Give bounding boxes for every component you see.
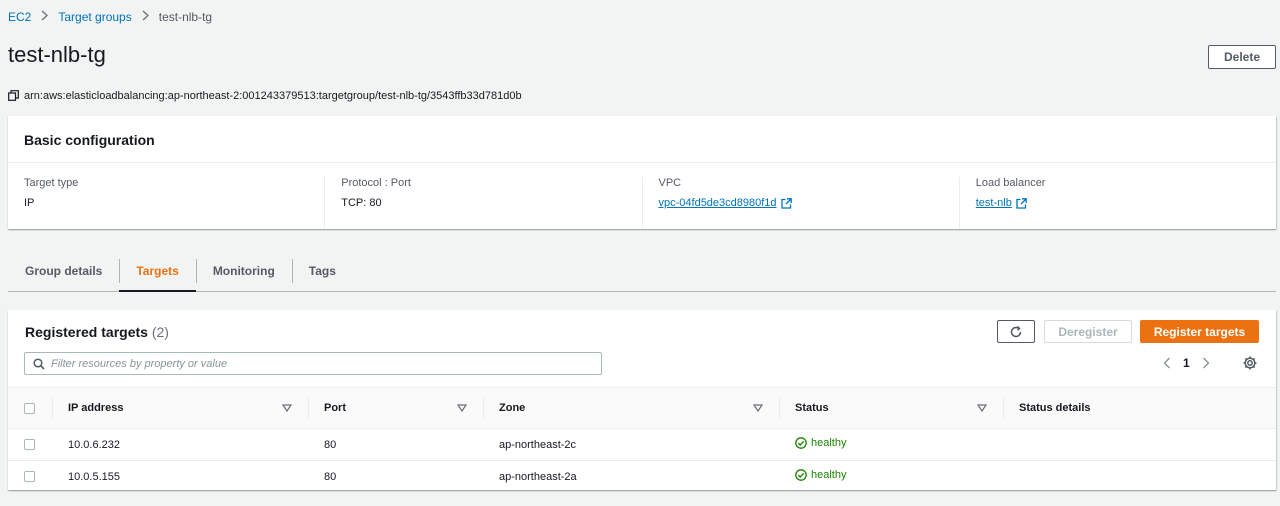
filter-input[interactable] (51, 357, 591, 370)
column-header-status-details: Status details (1003, 388, 1276, 428)
sort-icon (282, 404, 292, 412)
column-status-label: Status (795, 402, 829, 414)
cell-port: 80 (324, 438, 337, 451)
registered-targets-panel: Registered targets (2) Deregister Regist… (8, 310, 1276, 490)
column-port-label: Port (324, 402, 346, 414)
target-type-value: IP (24, 197, 35, 209)
registered-targets-count: (2) (151, 324, 169, 340)
target-type-field: Target type IP (8, 177, 324, 228)
tab-group-details[interactable]: Group details (8, 250, 119, 291)
gear-icon[interactable] (1242, 355, 1260, 373)
pagination: 1 (1159, 354, 1214, 372)
tab-targets[interactable]: Targets (119, 250, 197, 292)
chevron-right-icon (41, 10, 49, 24)
status-text: healthy (811, 437, 847, 449)
tab-monitoring[interactable]: Monitoring (195, 250, 292, 291)
table-row[interactable]: 10.0.5.155 80 ap-northeast-2a healthy (8, 461, 1276, 493)
refresh-button[interactable] (997, 320, 1035, 343)
cell-port: 80 (324, 470, 337, 483)
cell-status-details (1003, 429, 1276, 461)
page-number[interactable]: 1 (1183, 356, 1190, 370)
row-checkbox[interactable] (24, 471, 35, 483)
basic-configuration-panel: Basic configuration Target type IP Proto… (8, 116, 1276, 229)
cell-ip: 10.0.6.232 (68, 438, 120, 451)
select-all-checkbox[interactable] (24, 402, 35, 414)
status-text: healthy (811, 469, 847, 482)
cell-zone: ap-northeast-2c (499, 438, 577, 451)
vpc-label: VPC (658, 177, 682, 189)
column-header-ip[interactable]: IP address (52, 388, 308, 428)
cell-status-details (1003, 461, 1276, 493)
tab-tags[interactable]: Tags (291, 250, 353, 291)
registered-targets-title: Registered targets (2) (25, 324, 169, 340)
target-type-label: Target type (24, 177, 79, 189)
column-header-zone[interactable]: Zone (483, 388, 779, 428)
row-checkbox[interactable] (24, 439, 35, 451)
status-badge: healthy (795, 469, 846, 481)
load-balancer-link[interactable]: test-nlb (976, 197, 1027, 209)
sort-icon (977, 404, 987, 412)
check-circle-icon (795, 469, 807, 482)
status-badge: healthy (795, 437, 846, 449)
chevron-right-icon (142, 10, 149, 24)
external-link-icon (780, 197, 792, 209)
vpc-link[interactable]: vpc-04fd5de3cd8980f1d (659, 197, 792, 209)
column-header-port[interactable]: Port (308, 388, 483, 428)
previous-page-icon[interactable] (1159, 354, 1175, 372)
tab-bar: Group details Targets Monitoring Tags (8, 250, 1276, 292)
table-row[interactable]: 10.0.6.232 80 ap-northeast-2c healthy (8, 429, 1276, 461)
sort-icon (457, 404, 467, 412)
protocol-value: TCP: 80 (341, 197, 382, 209)
breadcrumb-target-groups[interactable]: Target groups (58, 10, 131, 24)
load-balancer-label: Load balancer (975, 177, 1046, 189)
search-icon (33, 357, 45, 370)
arn-line: arn:aws:elasticloadbalancing:ap-northeas… (8, 90, 522, 102)
registered-targets-heading: Registered targets (25, 324, 148, 340)
cell-ip: 10.0.5.155 (68, 470, 120, 483)
cell-zone: ap-northeast-2a (499, 470, 577, 483)
sort-icon (753, 404, 763, 412)
breadcrumb-ec2[interactable]: EC2 (8, 10, 31, 24)
basic-configuration-title: Basic configuration (8, 116, 1276, 163)
protocol-label: Protocol : Port (341, 177, 411, 189)
external-link-icon (1016, 197, 1027, 209)
deregister-button[interactable]: Deregister (1044, 320, 1132, 343)
column-ip-label: IP address (68, 402, 124, 414)
load-balancer-field: Load balancer test-nlb (958, 177, 1276, 228)
column-zone-label: Zone (499, 402, 526, 414)
register-targets-button[interactable]: Register targets (1140, 320, 1259, 343)
page-title: test-nlb-tg (8, 42, 106, 67)
protocol-field: Protocol : Port TCP: 80 (324, 177, 641, 228)
vpc-field: VPC vpc-04fd5de3cd8980f1d (641, 177, 959, 228)
column-status-details-label: Status details (1019, 402, 1091, 414)
arn-value: arn:aws:elasticloadbalancing:ap-northeas… (24, 90, 522, 102)
filter-box (24, 352, 602, 375)
column-header-status[interactable]: Status (779, 388, 1003, 428)
check-circle-icon (795, 437, 807, 449)
load-balancer-link-text: test-nlb (975, 197, 1012, 209)
next-page-icon[interactable] (1198, 354, 1214, 372)
table-header-row: IP address Port Zone Status Status detai… (8, 387, 1276, 429)
delete-button[interactable]: Delete (1208, 45, 1276, 69)
breadcrumb: EC2 Target groups test-nlb-tg (8, 10, 212, 24)
refresh-icon (1010, 325, 1022, 337)
breadcrumb-current: test-nlb-tg (158, 10, 213, 24)
vpc-link-text: vpc-04fd5de3cd8980f1d (658, 197, 777, 209)
targets-table: IP address Port Zone Status Status detai… (8, 387, 1276, 493)
copy-icon[interactable] (8, 90, 20, 102)
